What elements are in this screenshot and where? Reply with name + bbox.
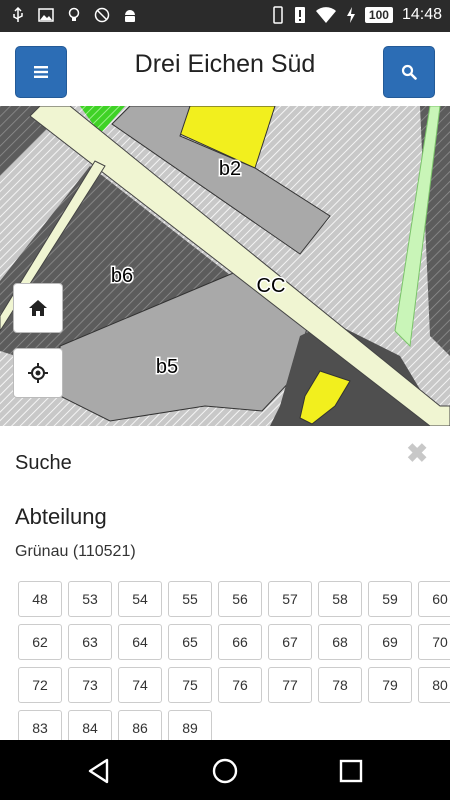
division-button[interactable]: 64 [118, 624, 162, 660]
division-button[interactable]: 66 [218, 624, 262, 660]
division-button[interactable]: 86 [118, 710, 162, 740]
lightbulb-icon [68, 7, 80, 21]
page-title: Drei Eichen Süd [134, 50, 316, 78]
locate-button[interactable] [13, 348, 63, 398]
division-button[interactable]: 74 [118, 667, 162, 703]
division-button[interactable]: 69 [368, 624, 412, 660]
division-button[interactable]: 48 [18, 581, 62, 617]
notification-icons [10, 7, 138, 23]
division-button[interactable]: 68 [318, 624, 362, 660]
map-view[interactable]: b2 b6 CC b5 [0, 106, 450, 426]
vibrate-icon [273, 6, 283, 24]
home-button[interactable] [13, 283, 63, 333]
section-title: Abteilung [15, 504, 107, 529]
division-button[interactable]: 58 [318, 581, 362, 617]
crosshair-icon [28, 363, 48, 383]
wifi-icon [315, 7, 336, 23]
battery-level: 100 [364, 7, 393, 23]
division-button[interactable]: 63 [68, 624, 112, 660]
map-label-b5: b5 [156, 356, 178, 378]
map-canvas[interactable]: b2 b6 CC b5 [0, 106, 450, 426]
alert-icon [294, 7, 305, 23]
clock: 14:48 [401, 6, 442, 23]
close-icon[interactable]: ✖ [406, 440, 428, 466]
division-button[interactable]: 73 [68, 667, 112, 703]
navigation-bar [0, 740, 450, 800]
division-button[interactable]: 83 [18, 710, 62, 740]
division-button[interactable]: 60 [418, 581, 450, 617]
charging-icon [346, 7, 355, 23]
map-label-b6: b6 [111, 265, 133, 287]
division-button[interactable]: 78 [318, 667, 362, 703]
division-button[interactable]: 72 [18, 667, 62, 703]
division-button[interactable]: 65 [168, 624, 212, 660]
division-button[interactable]: 80 [418, 667, 450, 703]
division-button[interactable]: 54 [118, 581, 162, 617]
division-button[interactable]: 59 [368, 581, 412, 617]
division-button[interactable]: 67 [268, 624, 312, 660]
usb-icon [13, 7, 23, 22]
menu-button[interactable] [15, 46, 67, 98]
menu-icon [34, 66, 48, 78]
division-button[interactable]: 76 [218, 667, 262, 703]
division-button[interactable]: 89 [168, 710, 212, 740]
division-button[interactable]: 77 [268, 667, 312, 703]
division-button[interactable]: 57 [268, 581, 312, 617]
search-button[interactable] [383, 46, 435, 98]
division-button[interactable]: 55 [168, 581, 212, 617]
division-button[interactable]: 56 [218, 581, 262, 617]
blocked-icon [94, 7, 110, 23]
division-button[interactable]: 53 [68, 581, 112, 617]
system-icons: 100 14:48 [271, 6, 442, 24]
division-button[interactable]: 79 [368, 667, 412, 703]
division-button[interactable]: 62 [18, 624, 62, 660]
android-icon [125, 10, 135, 22]
image-icon [38, 8, 54, 22]
panel-heading: Suche [15, 452, 72, 474]
status-bar: 100 14:48 [0, 0, 450, 32]
division-button[interactable]: 70 [418, 624, 450, 660]
recents-icon[interactable] [337, 757, 365, 785]
home-icon [29, 300, 47, 316]
map-label-b2: b2 [219, 158, 241, 180]
region-label: Grünau (110521) [15, 543, 136, 560]
map-label-cc: CC [257, 275, 286, 297]
app-bar: Drei Eichen Süd [0, 32, 450, 107]
home-nav-icon[interactable] [211, 757, 239, 785]
division-button[interactable]: 75 [168, 667, 212, 703]
back-icon[interactable] [85, 757, 113, 785]
search-panel: ✖ Suche Abteilung Grünau (110521) 48 53 54… [0, 426, 450, 740]
division-button[interactable]: 84 [68, 710, 112, 740]
search-icon [401, 64, 417, 80]
